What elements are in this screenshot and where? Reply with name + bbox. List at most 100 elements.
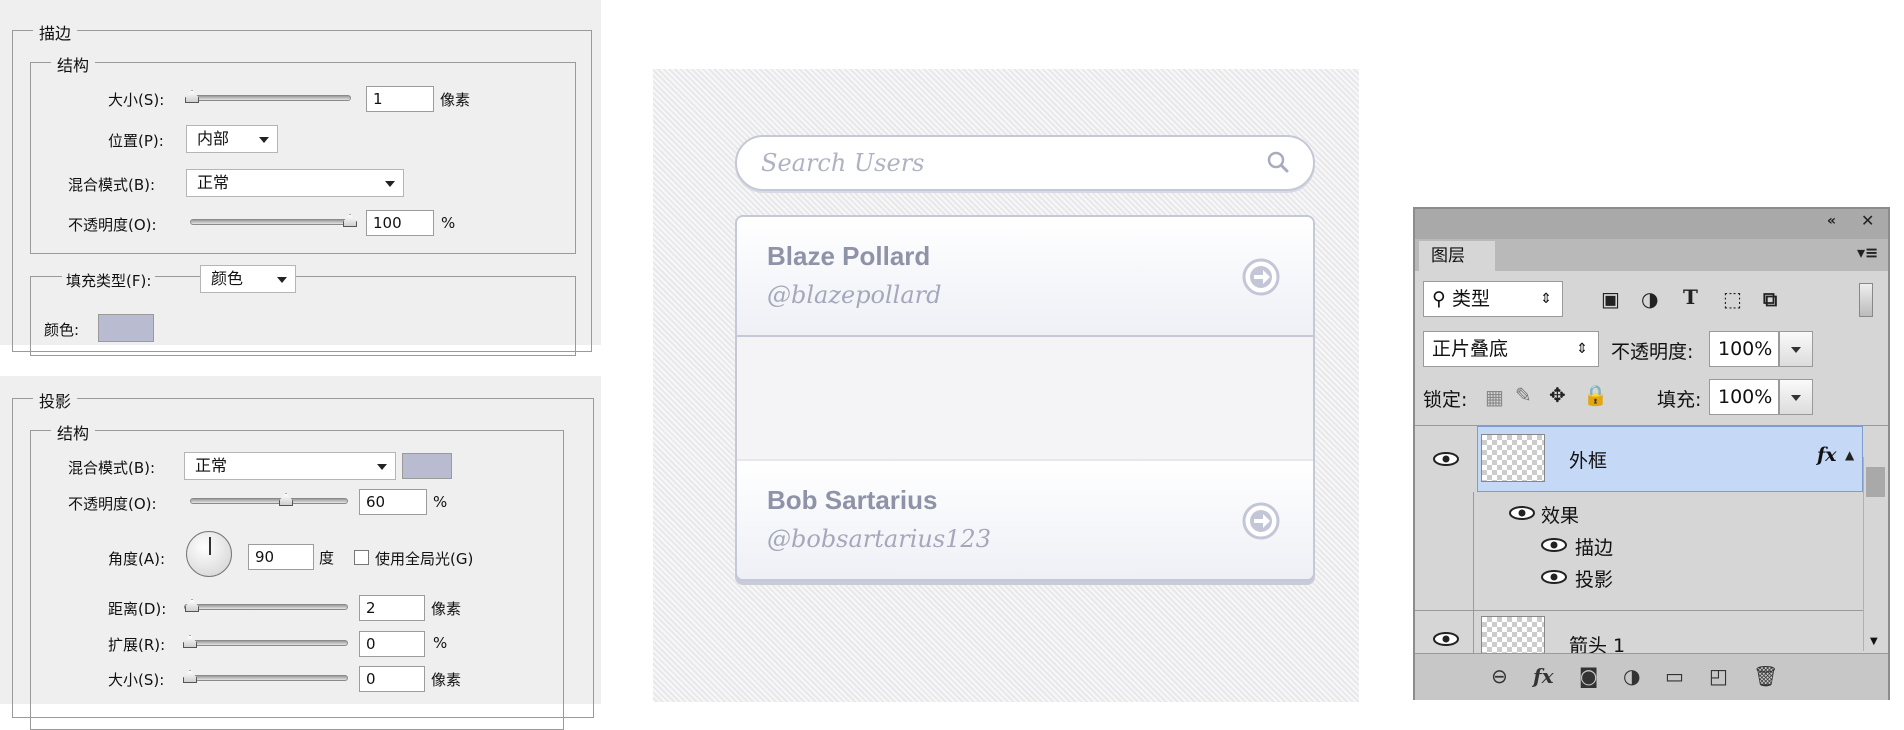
close-icon[interactable]: ✕ bbox=[1861, 211, 1874, 230]
row-divider bbox=[737, 335, 1313, 337]
scrollbar-thumb[interactable] bbox=[1866, 467, 1885, 497]
stroke-color-swatch[interactable] bbox=[98, 314, 154, 342]
stroke-position-value: 内部 bbox=[197, 129, 230, 148]
shadow-angle-input[interactable]: 90 bbox=[248, 544, 314, 570]
fill-dropdown-button[interactable] bbox=[1779, 379, 1813, 415]
shadow-size-unit: 像素 bbox=[431, 671, 462, 689]
layer-list-scrollbar[interactable]: ▼ bbox=[1863, 457, 1887, 651]
search-users-field[interactable]: Search Users bbox=[735, 135, 1315, 191]
stroke-title: 描边 bbox=[33, 20, 78, 44]
search-icon: ⚲ bbox=[1432, 288, 1446, 310]
shadow-title: 投影 bbox=[33, 388, 78, 412]
user-name: Blaze Pollard bbox=[767, 241, 931, 271]
adjustment-layer-icon[interactable]: ◑ bbox=[1623, 664, 1640, 688]
lock-label: 锁定: bbox=[1423, 389, 1468, 411]
arrow-right-circle-icon[interactable] bbox=[1241, 501, 1281, 541]
shadow-size-input[interactable]: 0 bbox=[359, 666, 425, 692]
shadow-angle-unit: 度 bbox=[319, 549, 335, 567]
layer-thumbnail bbox=[1481, 616, 1545, 654]
shadow-dialog: 投影 结构 混合模式(B): 正常 不透明度(O): 60 % 角度(A): 9… bbox=[0, 376, 601, 730]
search-icon[interactable] bbox=[1267, 151, 1289, 173]
stroke-opacity-label: 不透明度(O): bbox=[68, 216, 157, 234]
user-handle: @bobsartarius123 bbox=[767, 525, 991, 553]
fill-type-select[interactable]: 颜色 bbox=[200, 265, 296, 293]
shadow-spread-input[interactable]: 0 bbox=[359, 631, 425, 657]
shadow-opacity-unit: % bbox=[433, 493, 448, 511]
layer-filter-select[interactable]: ⚲ 类型 ⇕ bbox=[1423, 281, 1563, 317]
color-label: 颜色: bbox=[44, 321, 80, 339]
collapse-icon[interactable]: « bbox=[1827, 213, 1836, 229]
blend-mode-value: 正片叠底 bbox=[1432, 338, 1509, 360]
panel-tabbar: 图层 ▾≡ bbox=[1415, 239, 1888, 271]
shadow-spread-label: 扩展(R): bbox=[108, 636, 166, 654]
chevron-down-icon bbox=[377, 464, 387, 470]
shape-filter-icon[interactable]: ⬚ bbox=[1723, 287, 1742, 311]
opacity-input[interactable]: 100% bbox=[1709, 331, 1779, 367]
fx-badge[interactable]: fx bbox=[1817, 444, 1837, 466]
lock-all-icon[interactable]: 🔒 bbox=[1583, 383, 1608, 407]
fill-input[interactable]: 100% bbox=[1709, 379, 1779, 415]
shadow-spread-slider[interactable] bbox=[183, 635, 348, 648]
layer-name: 外框 bbox=[1569, 450, 1608, 472]
eye-icon[interactable] bbox=[1541, 538, 1567, 552]
chevron-down-icon bbox=[277, 277, 287, 283]
stroke-size-input[interactable]: 1 bbox=[366, 86, 434, 112]
image-filter-icon[interactable]: ▣ bbox=[1601, 287, 1620, 311]
user-row[interactable]: Bob Sartarius @bobsartarius123 bbox=[737, 461, 1313, 579]
lock-transparency-icon[interactable]: ▦ bbox=[1485, 385, 1504, 409]
eye-icon[interactable] bbox=[1509, 506, 1535, 520]
stroke-opacity-slider[interactable] bbox=[190, 214, 357, 227]
effects-label[interactable]: 效果 bbox=[1541, 501, 1579, 528]
link-icon[interactable]: ⊖ bbox=[1491, 664, 1508, 688]
folder-icon[interactable]: ▭ bbox=[1665, 664, 1684, 688]
shadow-angle-label: 角度(A): bbox=[108, 550, 166, 568]
trash-icon[interactable]: 🗑 bbox=[1753, 664, 1778, 688]
user-row[interactable]: Blaze Pollard @blazepollard bbox=[737, 217, 1313, 335]
opacity-dropdown-button[interactable] bbox=[1779, 331, 1813, 367]
shadow-blend-select[interactable]: 正常 bbox=[184, 452, 396, 480]
shadow-opacity-slider[interactable] bbox=[190, 493, 348, 506]
smart-object-filter-icon[interactable]: ⧉ bbox=[1763, 287, 1777, 311]
mask-icon[interactable]: ◙ bbox=[1579, 664, 1598, 688]
adjustment-filter-icon[interactable]: ◑ bbox=[1641, 287, 1658, 311]
fx-icon[interactable]: fx bbox=[1533, 664, 1554, 688]
shadow-distance-input[interactable]: 2 bbox=[359, 595, 425, 621]
lock-brush-icon[interactable]: ✎ bbox=[1515, 383, 1532, 407]
stroke-position-select[interactable]: 内部 bbox=[186, 125, 278, 153]
panel-titlebar: « ✕ bbox=[1415, 209, 1888, 239]
angle-dial[interactable] bbox=[186, 531, 232, 577]
user-list: Blaze Pollard @blazepollard Bob Sartariu… bbox=[735, 215, 1315, 581]
updown-icon: ⇕ bbox=[1540, 291, 1552, 307]
shadow-distance-slider[interactable] bbox=[184, 599, 348, 612]
eye-icon[interactable] bbox=[1433, 632, 1459, 646]
expand-arrow-icon[interactable]: ▲ bbox=[1845, 448, 1854, 462]
effect-stroke-label[interactable]: 描边 bbox=[1575, 533, 1613, 560]
fill-label: 填充: bbox=[1657, 389, 1702, 411]
blend-mode-select[interactable]: 正片叠底 ⇕ bbox=[1423, 331, 1599, 367]
new-layer-icon[interactable]: ◰ bbox=[1709, 664, 1728, 688]
type-filter-icon[interactable]: T bbox=[1683, 285, 1698, 309]
effect-shadow-label[interactable]: 投影 bbox=[1575, 565, 1613, 592]
scroll-down-icon[interactable]: ▼ bbox=[1870, 636, 1878, 647]
eye-icon[interactable] bbox=[1541, 570, 1567, 584]
filter-toggle[interactable] bbox=[1859, 283, 1873, 317]
shadow-size-slider[interactable] bbox=[183, 670, 348, 683]
arrow-right-circle-icon[interactable] bbox=[1241, 257, 1281, 297]
stroke-opacity-unit: % bbox=[441, 214, 456, 232]
stroke-size-slider[interactable] bbox=[185, 90, 351, 103]
user-handle: @blazepollard bbox=[767, 281, 942, 309]
panel-menu-icon[interactable]: ▾≡ bbox=[1857, 243, 1878, 262]
stroke-blend-label: 混合模式(B): bbox=[68, 176, 156, 194]
fill-type-value: 颜色 bbox=[211, 269, 244, 288]
eye-icon[interactable] bbox=[1433, 452, 1459, 466]
layer-thumbnail bbox=[1481, 434, 1545, 482]
lock-move-icon[interactable]: ✥ bbox=[1549, 383, 1566, 407]
stroke-opacity-input[interactable]: 100 bbox=[366, 210, 434, 236]
shadow-color-swatch[interactable] bbox=[402, 453, 452, 479]
shadow-opacity-input[interactable]: 60 bbox=[359, 489, 427, 515]
tab-layers[interactable]: 图层 bbox=[1419, 241, 1495, 271]
shadow-size-label: 大小(S): bbox=[108, 671, 165, 689]
global-light-label: 使用全局光(G) bbox=[375, 550, 474, 568]
global-light-checkbox[interactable] bbox=[354, 550, 369, 565]
stroke-blend-select[interactable]: 正常 bbox=[186, 169, 404, 197]
